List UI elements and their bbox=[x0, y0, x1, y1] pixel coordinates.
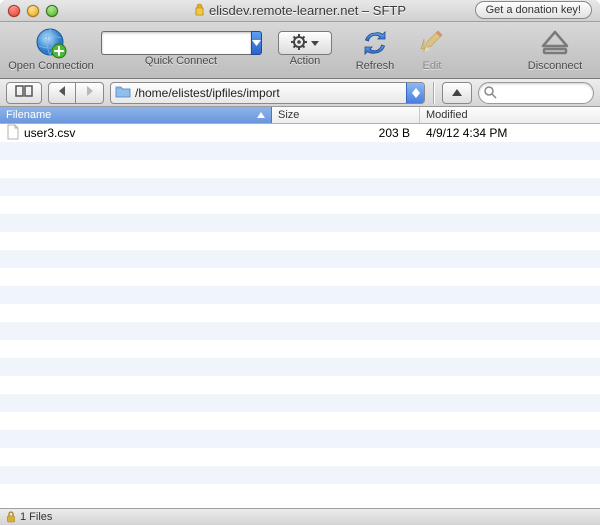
open-connection-button[interactable]: Open Connection bbox=[6, 26, 96, 72]
eject-icon bbox=[540, 26, 570, 60]
quick-connect-input[interactable] bbox=[101, 31, 251, 55]
file-name: user3.csv bbox=[24, 126, 75, 140]
action-menu-button[interactable] bbox=[278, 31, 332, 55]
column-header-filename[interactable]: Filename bbox=[0, 107, 272, 123]
quick-connect-combo[interactable] bbox=[101, 31, 261, 55]
back-button[interactable] bbox=[48, 82, 76, 104]
refresh-icon bbox=[360, 26, 390, 60]
open-connection-label: Open Connection bbox=[8, 60, 94, 72]
edit-button[interactable]: Edit bbox=[406, 26, 458, 72]
file-list[interactable]: user3.csv 203 B 4/9/12 4:34 PM bbox=[0, 124, 600, 508]
folder-icon bbox=[115, 84, 131, 101]
go-up-button[interactable] bbox=[442, 82, 472, 104]
nav-back-forward bbox=[48, 82, 104, 104]
path-stepper[interactable] bbox=[406, 83, 424, 103]
forward-button[interactable] bbox=[76, 82, 104, 104]
bookmarks-button[interactable] bbox=[6, 82, 42, 104]
search-icon bbox=[484, 86, 497, 102]
file-modified: 4/9/12 4:34 PM bbox=[420, 126, 600, 140]
column-size-label: Size bbox=[278, 109, 299, 121]
action-button-group: Action bbox=[266, 26, 344, 67]
status-text: 1 Files bbox=[20, 511, 52, 523]
window-title-text: elisdev.remote-learner.net – SFTP bbox=[209, 3, 406, 18]
quick-connect-group: Quick Connect bbox=[96, 26, 266, 67]
refresh-button[interactable]: Refresh bbox=[344, 26, 406, 72]
status-bar: 1 Files bbox=[0, 508, 600, 525]
disconnect-label: Disconnect bbox=[528, 60, 582, 72]
action-label: Action bbox=[290, 55, 321, 67]
refresh-label: Refresh bbox=[356, 60, 395, 72]
sort-ascending-icon bbox=[257, 109, 265, 121]
quick-connect-dropdown-button[interactable] bbox=[251, 31, 262, 55]
chevron-right-icon bbox=[86, 86, 94, 99]
search-group bbox=[478, 82, 594, 104]
book-icon bbox=[14, 84, 34, 101]
column-header-size[interactable]: Size bbox=[272, 107, 420, 123]
gear-icon bbox=[291, 34, 307, 53]
file-size: 203 B bbox=[272, 126, 420, 140]
traffic-lights bbox=[8, 5, 58, 17]
chevron-down-icon bbox=[311, 37, 319, 49]
donation-button[interactable]: Get a donation key! bbox=[475, 1, 592, 19]
column-filename-label: Filename bbox=[6, 109, 51, 121]
lock-icon bbox=[194, 3, 205, 19]
path-selector[interactable]: /home/elistest/ipfiles/import bbox=[110, 82, 425, 104]
quick-connect-label: Quick Connect bbox=[145, 55, 217, 67]
chevron-left-icon bbox=[58, 86, 66, 99]
globe-plus-icon bbox=[34, 26, 68, 60]
window-titlebar: elisdev.remote-learner.net – SFTP Get a … bbox=[0, 0, 600, 22]
path-text: /home/elistest/ipfiles/import bbox=[131, 86, 406, 100]
minimize-window-button[interactable] bbox=[27, 5, 39, 17]
zoom-window-button[interactable] bbox=[46, 5, 58, 17]
column-header-modified[interactable]: Modified bbox=[420, 107, 600, 123]
lock-icon bbox=[6, 511, 16, 526]
column-headers: Filename Size Modified bbox=[0, 107, 600, 124]
disconnect-button[interactable]: Disconnect bbox=[516, 26, 594, 72]
divider bbox=[433, 82, 434, 104]
path-toolbar: /home/elistest/ipfiles/import bbox=[0, 79, 600, 107]
edit-label: Edit bbox=[423, 60, 442, 72]
close-window-button[interactable] bbox=[8, 5, 20, 17]
main-toolbar: Open Connection Quick Connect Action bbox=[0, 22, 600, 79]
chevron-up-icon bbox=[452, 87, 462, 99]
file-icon bbox=[6, 124, 20, 143]
table-row[interactable]: user3.csv 203 B 4/9/12 4:34 PM bbox=[0, 124, 600, 142]
column-modified-label: Modified bbox=[426, 109, 468, 121]
pencil-icon bbox=[418, 26, 446, 60]
